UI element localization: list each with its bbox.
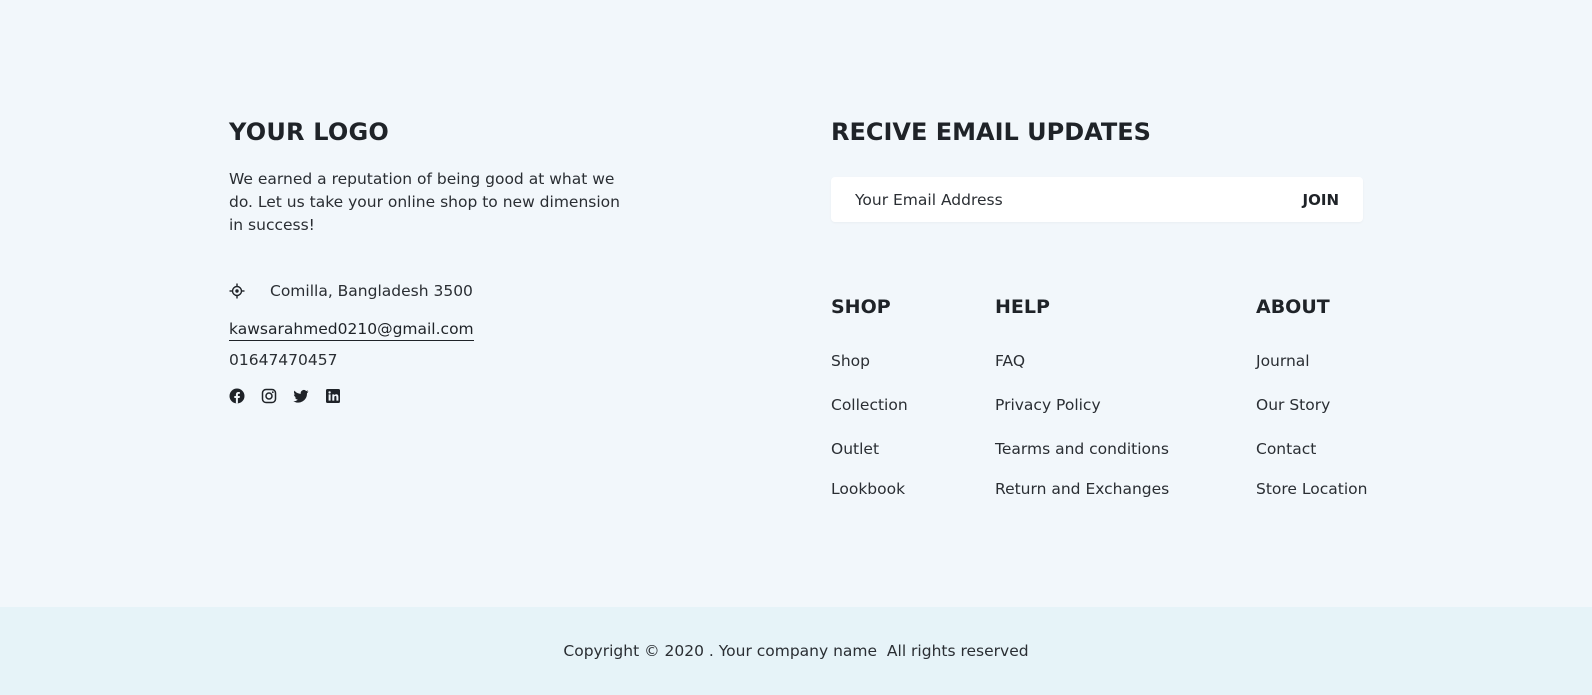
newsletter-form: JOIN: [831, 177, 1363, 222]
about-link-contact[interactable]: Contact: [1256, 440, 1316, 458]
shop-link-lookbook[interactable]: Lookbook: [831, 480, 905, 498]
shop-link-shop[interactable]: Shop: [831, 352, 870, 370]
linkedin-icon[interactable]: [325, 388, 341, 404]
location-icon: [229, 283, 245, 299]
help-link-returns[interactable]: Return and Exchanges: [995, 480, 1169, 498]
help-link-privacy[interactable]: Privacy Policy: [995, 396, 1101, 414]
social-links: [229, 388, 341, 404]
address-row: Comilla, Bangladesh 3500: [229, 282, 473, 300]
shop-heading: SHOP: [831, 296, 891, 318]
brand-block: YOUR LOGO We earned a reputation of bein…: [229, 118, 649, 237]
logo-text: YOUR LOGO: [229, 118, 389, 146]
about-link-store[interactable]: Store Location: [1256, 480, 1367, 498]
join-button[interactable]: JOIN: [1303, 191, 1339, 209]
twitter-icon[interactable]: [293, 388, 309, 404]
about-column: ABOUT Journal Our Story Contact Store Lo…: [1256, 296, 1367, 498]
copyright-text: Copyright © 2020 . Your company name All…: [563, 642, 1029, 660]
facebook-icon[interactable]: [229, 388, 245, 404]
help-column: HELP FAQ Privacy Policy Tearms and condi…: [995, 296, 1169, 498]
copyright-bar: Copyright © 2020 . Your company name All…: [0, 607, 1592, 695]
shop-link-outlet[interactable]: Outlet: [831, 440, 879, 458]
address-text: Comilla, Bangladesh 3500: [270, 282, 473, 300]
email-link[interactable]: kawsarahmed0210@gmail.com: [229, 320, 474, 341]
help-heading: HELP: [995, 296, 1050, 318]
instagram-icon[interactable]: [261, 388, 277, 404]
help-link-faq[interactable]: FAQ: [995, 352, 1025, 370]
email-input[interactable]: [855, 190, 1255, 209]
phone-number: 01647470457: [229, 351, 338, 369]
about-heading: ABOUT: [1256, 296, 1330, 318]
shop-column: SHOP Shop Collection Outlet Lookbook: [831, 296, 908, 498]
brand-tagline: We earned a reputation of being good at …: [229, 170, 620, 234]
shop-link-collection[interactable]: Collection: [831, 396, 908, 414]
help-link-terms[interactable]: Tearms and conditions: [995, 440, 1169, 458]
newsletter-title: RECIVE EMAIL UPDATES: [831, 118, 1151, 146]
site-footer: YOUR LOGO We earned a reputation of bein…: [0, 0, 1592, 607]
about-link-story[interactable]: Our Story: [1256, 396, 1330, 414]
about-link-journal[interactable]: Journal: [1256, 352, 1310, 370]
